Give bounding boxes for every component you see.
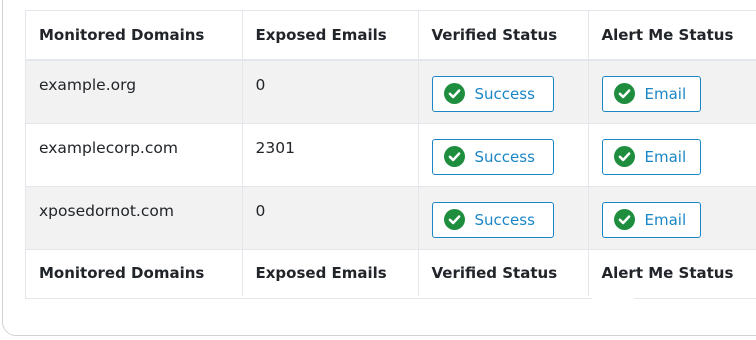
alert-status-cell: Email [588,60,756,123]
verified-success-button[interactable]: Success [431,75,554,112]
check-circle-icon [443,83,465,105]
domain-cell: xposedornot.com [26,186,243,249]
domain-cell: example.org [26,60,243,123]
verified-status-cell: Success [418,60,589,123]
domain-cell: examplecorp.com [26,123,243,186]
verified-status-cell: Success [418,186,589,249]
alert-email-button[interactable]: Email [601,138,701,175]
alert-email-button[interactable]: Email [601,75,701,112]
verified-status-label: Success [474,84,535,103]
check-circle-icon [613,83,635,105]
domains-table-container: Monitored Domains Exposed Emails Verifie… [25,10,756,299]
header-monitored-domains[interactable]: Monitored Domains [26,11,243,60]
check-circle-icon [443,209,465,230]
table-row: xposedornot.com 0 Success Email [26,186,756,249]
table-header-row: Monitored Domains Exposed Emails Verifie… [26,11,756,60]
exposed-emails-cell: 2301 [242,123,419,186]
footer-alert-me-status: Alert Me Status [588,249,756,296]
monitored-domains-table: Monitored Domains Exposed Emails Verifie… [26,11,756,296]
check-circle-icon [613,146,635,167]
verified-status-cell: Success [418,123,589,186]
table-row: examplecorp.com 2301 Success Email [26,123,756,186]
verified-status-label: Success [474,210,535,229]
verified-status-label: Success [474,147,535,166]
alert-status-cell: Email [588,123,756,186]
alert-status-label: Email [644,147,687,166]
check-circle-icon [443,146,465,167]
alert-status-label: Email [644,210,687,229]
check-circle-icon [613,209,635,230]
table-footer-row: Monitored Domains Exposed Emails Verifie… [26,249,756,296]
footer-verified-status: Verified Status [418,249,589,296]
alert-status-label: Email [644,84,687,103]
alert-email-button[interactable]: Email [601,201,701,238]
header-alert-me-status[interactable]: Alert Me Status [588,11,756,60]
header-verified-status[interactable]: Verified Status [418,11,589,60]
table-row: example.org 0 Success Email [26,60,756,123]
verified-success-button[interactable]: Success [431,201,554,238]
alert-status-cell: Email [588,186,756,249]
header-exposed-emails[interactable]: Exposed Emails [242,11,419,60]
footer-monitored-domains: Monitored Domains [26,249,243,296]
verified-success-button[interactable]: Success [431,138,554,175]
footer-gap [592,296,634,304]
exposed-emails-cell: 0 [242,186,419,249]
footer-exposed-emails: Exposed Emails [242,249,419,296]
exposed-emails-cell: 0 [242,60,419,123]
